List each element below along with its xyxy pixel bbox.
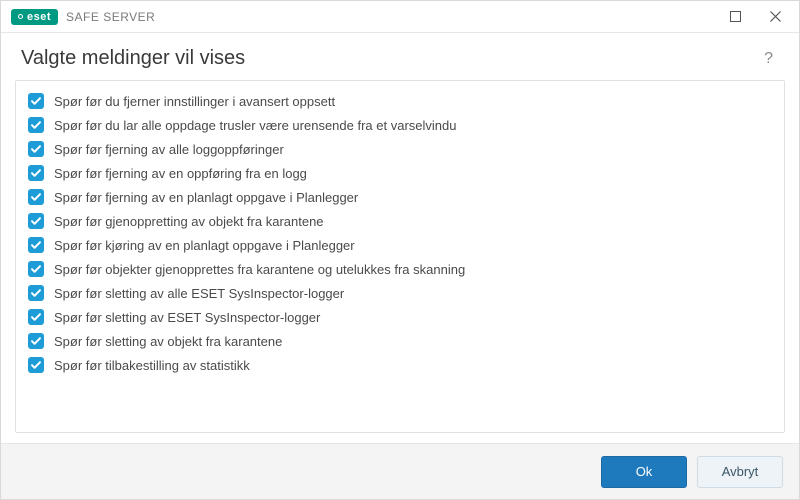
checkbox[interactable] xyxy=(28,237,44,253)
brand-text: eset xyxy=(27,11,51,23)
list-item-label: Spør før sletting av ESET SysInspector-l… xyxy=(54,310,320,325)
maximize-button[interactable] xyxy=(715,1,755,33)
check-icon xyxy=(30,359,42,371)
page-title: Valgte meldinger vil vises xyxy=(21,47,758,70)
product-name: SAFE SERVER xyxy=(66,10,155,24)
list-item-label: Spør før kjøring av en planlagt oppgave … xyxy=(54,238,355,253)
maximize-icon xyxy=(730,11,741,22)
list-item[interactable]: Spør før fjerning av en oppføring fra en… xyxy=(22,161,778,185)
list-item[interactable]: Spør før sletting av ESET SysInspector-l… xyxy=(22,305,778,329)
check-icon xyxy=(30,215,42,227)
close-button[interactable] xyxy=(755,1,795,33)
checkbox[interactable] xyxy=(28,165,44,181)
brand-dot-icon xyxy=(18,14,23,19)
cancel-button[interactable]: Avbryt xyxy=(697,456,783,488)
list-item[interactable]: Spør før objekter gjenopprettes fra kara… xyxy=(22,257,778,281)
message-list[interactable]: Spør før du fjerner innstillinger i avan… xyxy=(16,81,784,432)
brand-badge: eset xyxy=(11,9,58,25)
check-icon xyxy=(30,287,42,299)
list-item[interactable]: Spør før gjenoppretting av objekt fra ka… xyxy=(22,209,778,233)
checkbox[interactable] xyxy=(28,357,44,373)
list-item-label: Spør før tilbakestilling av statistikk xyxy=(54,358,250,373)
checkbox[interactable] xyxy=(28,309,44,325)
check-icon xyxy=(30,167,42,179)
checkbox[interactable] xyxy=(28,213,44,229)
dialog-footer: Ok Avbryt xyxy=(1,443,799,499)
list-item[interactable]: Spør før du lar alle oppdage trusler vær… xyxy=(22,113,778,137)
list-item-label: Spør før du fjerner innstillinger i avan… xyxy=(54,94,335,109)
check-icon xyxy=(30,239,42,251)
close-icon xyxy=(770,11,781,22)
checkbox[interactable] xyxy=(28,141,44,157)
checkbox[interactable] xyxy=(28,333,44,349)
checkbox[interactable] xyxy=(28,189,44,205)
list-item-label: Spør før du lar alle oppdage trusler vær… xyxy=(54,118,456,133)
dialog-header: Valgte meldinger vil vises ? xyxy=(1,33,799,80)
check-icon xyxy=(30,119,42,131)
check-icon xyxy=(30,143,42,155)
dialog-window: eset SAFE SERVER Valgte meldinger vil vi… xyxy=(0,0,800,500)
list-item[interactable]: Spør før kjøring av en planlagt oppgave … xyxy=(22,233,778,257)
list-item-label: Spør før fjerning av en oppføring fra en… xyxy=(54,166,307,181)
ok-button[interactable]: Ok xyxy=(601,456,687,488)
list-item[interactable]: Spør før du fjerner innstillinger i avan… xyxy=(22,89,778,113)
list-item[interactable]: Spør før sletting av alle ESET SysInspec… xyxy=(22,281,778,305)
list-item[interactable]: Spør før fjerning av alle loggoppføringe… xyxy=(22,137,778,161)
list-item[interactable]: Spør før sletting av objekt fra karanten… xyxy=(22,329,778,353)
check-icon xyxy=(30,335,42,347)
checkbox[interactable] xyxy=(28,261,44,277)
list-container: Spør før du fjerner innstillinger i avan… xyxy=(15,80,785,433)
checkbox[interactable] xyxy=(28,93,44,109)
checkbox[interactable] xyxy=(28,285,44,301)
help-button[interactable]: ? xyxy=(758,48,779,70)
list-item[interactable]: Spør før tilbakestilling av statistikk xyxy=(22,353,778,377)
list-item-label: Spør før fjerning av en planlagt oppgave… xyxy=(54,190,358,205)
list-item-label: Spør før sletting av alle ESET SysInspec… xyxy=(54,286,344,301)
list-item-label: Spør før gjenoppretting av objekt fra ka… xyxy=(54,214,324,229)
list-item-label: Spør før objekter gjenopprettes fra kara… xyxy=(54,262,465,277)
check-icon xyxy=(30,95,42,107)
list-item-label: Spør før fjerning av alle loggoppføringe… xyxy=(54,142,284,157)
list-item[interactable]: Spør før fjerning av en planlagt oppgave… xyxy=(22,185,778,209)
titlebar: eset SAFE SERVER xyxy=(1,1,799,33)
check-icon xyxy=(30,191,42,203)
check-icon xyxy=(30,311,42,323)
checkbox[interactable] xyxy=(28,117,44,133)
check-icon xyxy=(30,263,42,275)
list-item-label: Spør før sletting av objekt fra karanten… xyxy=(54,334,282,349)
